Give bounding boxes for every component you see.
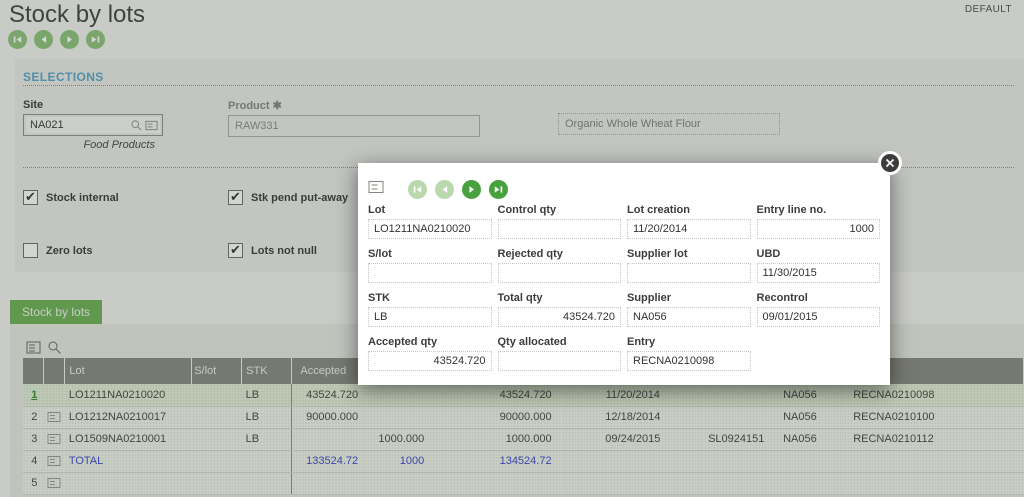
modal-toolbar (368, 180, 508, 199)
field-input[interactable]: 43524.720 (368, 351, 492, 371)
first-row-button (408, 180, 427, 199)
field-input[interactable]: LO1211NA0210020 (368, 219, 492, 239)
modal-field-grid: Lot LO1211NA0210020 Control qty Lot creat… (368, 204, 880, 371)
field-label: STK (368, 292, 390, 304)
field-label: Lot (368, 204, 386, 216)
field-label: Recontrol (756, 292, 808, 304)
field-entry-line-no: Entry line no. 1000 (756, 204, 880, 239)
field-label: Control qty (497, 204, 557, 216)
last-row-button[interactable] (489, 180, 508, 199)
field-supplier-lot: Supplier lot (627, 248, 751, 283)
field-input[interactable]: LB (368, 307, 492, 327)
field-total-qty: Total qty 43524.720 (497, 292, 621, 327)
field-label: Supplier (627, 292, 672, 304)
field-input[interactable] (497, 351, 621, 371)
field-label: Entry (627, 336, 656, 348)
field-input[interactable]: RECNA0210098 (627, 351, 751, 371)
field-input[interactable] (627, 263, 751, 283)
field-label: Accepted qty (368, 336, 438, 348)
field-input[interactable]: 1000 (756, 219, 880, 239)
field-accepted-qty: Accepted qty 43524.720 (368, 336, 492, 371)
field-input[interactable]: 11/30/2015 (756, 263, 880, 283)
field-slot: S/lot (368, 248, 492, 283)
field-label: Total qty (497, 292, 543, 304)
field-lot: Lot LO1211NA0210020 (368, 204, 492, 239)
field-input[interactable]: 11/20/2014 (627, 219, 751, 239)
field-lot-creation: Lot creation 11/20/2014 (627, 204, 751, 239)
field-label: S/lot (368, 248, 392, 260)
field-rejected-qty: Rejected qty (497, 248, 621, 283)
field-input[interactable]: NA056 (627, 307, 751, 327)
close-button[interactable] (878, 151, 902, 175)
field-label: Entry line no. (756, 204, 827, 216)
field-control-qty: Control qty (497, 204, 621, 239)
field-input[interactable] (368, 263, 492, 283)
lot-detail-modal: Lot LO1211NA0210020 Control qty Lot creat… (358, 151, 902, 385)
field-qty-allocated: Qty allocated (497, 336, 621, 371)
field-label: Rejected qty (497, 248, 563, 260)
field-label: Supplier lot (627, 248, 688, 260)
field-input[interactable]: 09/01/2015 (756, 307, 880, 327)
field-stk: STK LB (368, 292, 492, 327)
close-icon (885, 158, 895, 168)
record-form-icon[interactable] (368, 180, 384, 199)
field-input[interactable] (497, 219, 621, 239)
previous-row-button (435, 180, 454, 199)
field-label: Lot creation (627, 204, 690, 216)
field-recontrol: Recontrol 09/01/2015 (756, 292, 880, 327)
field-label: Qty allocated (497, 336, 567, 348)
field-supplier: Supplier NA056 (627, 292, 751, 327)
field-input[interactable]: 43524.720 (497, 307, 621, 327)
modal-record-navigation (408, 180, 508, 199)
next-row-button[interactable] (462, 180, 481, 199)
field-ubd: UBD 11/30/2015 (756, 248, 880, 283)
field-empty-slot (757, 336, 881, 371)
field-label: UBD (756, 248, 781, 260)
field-input[interactable] (497, 263, 621, 283)
field-entry: Entry RECNA0210098 (627, 336, 751, 371)
